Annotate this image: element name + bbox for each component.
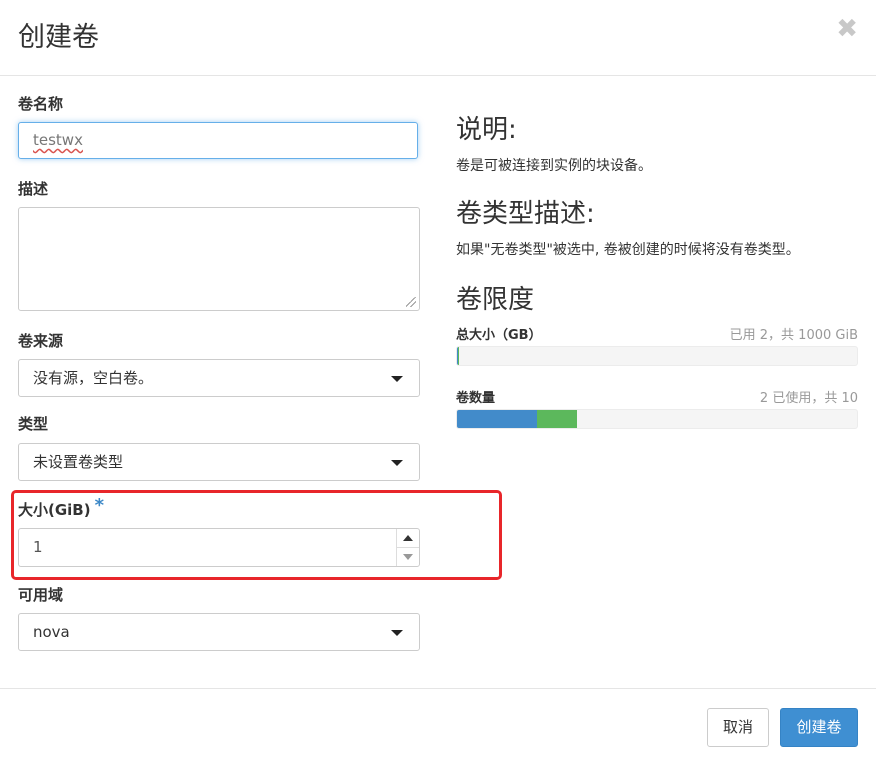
chevron-down-icon <box>391 460 403 466</box>
volume-name-value: testwx <box>33 131 83 149</box>
volume-type-select[interactable]: 未设置卷类型 <box>18 443 420 481</box>
increment-icon[interactable] <box>397 529 419 548</box>
chevron-down-icon <box>391 630 403 636</box>
description-textarea[interactable] <box>18 207 420 311</box>
volume-name-input[interactable]: testwx <box>18 122 418 159</box>
size-value: 1 <box>33 538 43 556</box>
volume-count-progress-bar <box>456 409 858 429</box>
chevron-down-icon <box>391 376 403 382</box>
description-text: 卷是可被连接到实例的块设备。 <box>456 156 652 176</box>
resize-grip-icon[interactable] <box>406 297 416 307</box>
volume-count-label: 卷数量 <box>456 390 495 408</box>
total-size-meta: 已用 2，共 1000 GiB <box>730 327 858 345</box>
description-label: 描述 <box>18 179 48 199</box>
availability-zone-label: 可用域 <box>18 585 63 605</box>
dialog-title: 创建卷 <box>18 18 99 58</box>
availability-zone-select[interactable]: nova <box>18 613 420 651</box>
volume-count-meta: 2 已使用，共 10 <box>760 390 858 408</box>
cancel-button[interactable]: 取消 <box>707 708 769 747</box>
dialog-footer: 取消 创建卷 <box>0 688 876 769</box>
size-number-input[interactable]: 1 <box>18 528 420 567</box>
volume-name-label: 卷名称 <box>18 94 63 114</box>
create-volume-button[interactable]: 创建卷 <box>780 708 858 747</box>
total-size-label: 总大小（GB） <box>456 327 542 345</box>
size-label: 大小(GiB)* <box>18 500 104 520</box>
volume-source-label: 卷来源 <box>18 331 63 351</box>
create-volume-dialog: 创建卷 ✖ 卷名称 testwx 描述 卷来源 没有源，空白卷。 类型 未设置卷… <box>0 0 876 768</box>
close-icon[interactable]: ✖ <box>836 14 858 44</box>
availability-zone-value: nova <box>33 623 70 641</box>
volume-type-label: 类型 <box>18 414 48 434</box>
dialog-header: 创建卷 ✖ <box>0 0 876 76</box>
volume-type-text: 如果"无卷类型"被选中, 卷被创建的时候将没有卷类型。 <box>456 240 800 260</box>
volume-source-select[interactable]: 没有源，空白卷。 <box>18 359 420 397</box>
volume-source-value: 没有源，空白卷。 <box>33 369 153 387</box>
volume-type-heading: 卷类型描述: <box>456 196 595 232</box>
volume-count-added-segment <box>537 410 577 428</box>
volume-limits-heading: 卷限度 <box>456 282 534 318</box>
required-icon: * <box>95 495 104 516</box>
total-size-progress-bar <box>456 346 858 366</box>
description-heading: 说明: <box>456 112 517 148</box>
volume-type-value: 未设置卷类型 <box>33 453 123 471</box>
volume-count-used-segment <box>457 410 537 428</box>
decrement-icon[interactable] <box>397 548 419 566</box>
size-spinner <box>396 529 419 566</box>
size-label-text: 大小(GiB) <box>18 501 91 519</box>
